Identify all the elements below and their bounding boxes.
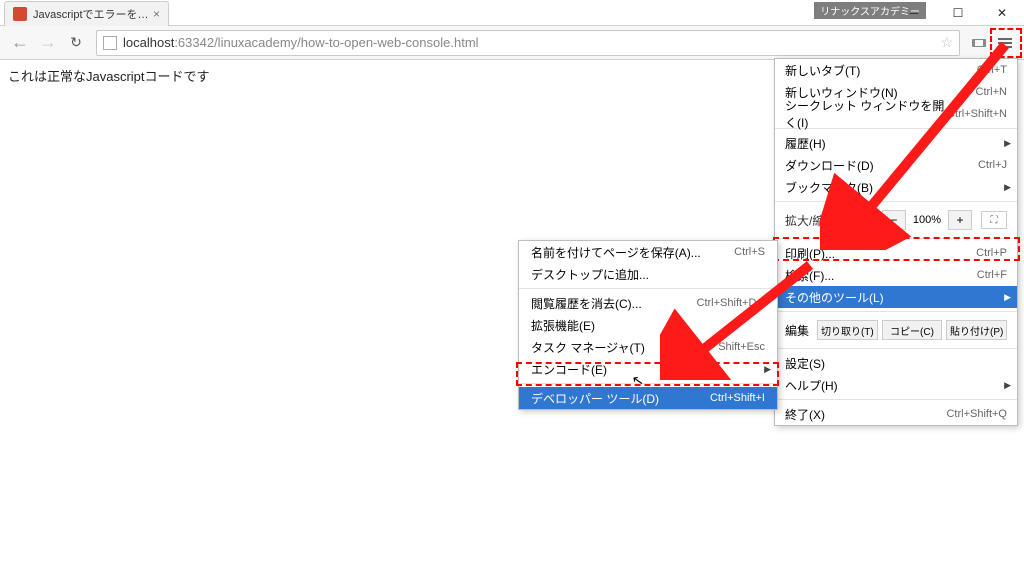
edit-copy-button[interactable]: コピー(C) — [882, 320, 943, 340]
close-button[interactable]: ✕ — [980, 0, 1024, 26]
menu-edit-row: 編集 切り取り(T) コピー(C) 貼り付け(P) — [775, 315, 1017, 345]
minimize-button[interactable]: ─ — [892, 0, 936, 26]
maximize-button[interactable]: ☐ — [936, 0, 980, 26]
chevron-right-icon: ▶ — [1004, 380, 1011, 391]
menu-history[interactable]: 履歴(H)▶ — [775, 132, 1017, 154]
tab-title: Javascriptでエラーを表示する — [33, 6, 153, 22]
menu-downloads[interactable]: ダウンロード(D)Ctrl+J — [775, 154, 1017, 176]
zoom-in-button[interactable]: + — [948, 210, 972, 230]
submenu-task-manager[interactable]: タスク マネージャ(T)Shift+Esc — [519, 336, 777, 358]
more-tools-submenu: 名前を付けてページを保存(A)...Ctrl+S デスクトップに追加... 閲覧… — [518, 240, 778, 410]
bookmark-star-icon[interactable]: ☆ — [940, 34, 953, 51]
submenu-save-as[interactable]: 名前を付けてページを保存(A)...Ctrl+S — [519, 241, 777, 263]
chevron-right-icon: ▶ — [1004, 182, 1011, 193]
main-menu-button[interactable] — [992, 30, 1018, 56]
page-icon — [103, 36, 117, 50]
submenu-encoding[interactable]: エンコード(E)▶ — [519, 358, 777, 380]
menu-more-tools[interactable]: その他のツール(L)▶ — [775, 286, 1017, 308]
menu-bookmarks[interactable]: ブックマーク(B)▶ — [775, 176, 1017, 198]
menu-settings[interactable]: 設定(S) — [775, 352, 1017, 374]
main-menu: 新しいタブ(T)Ctrl+T 新しいウィンドウ(N)Ctrl+N シークレット … — [774, 58, 1018, 426]
menu-zoom: 拡大/縮小 − 100% + ⛶ — [775, 205, 1017, 235]
zoom-out-button[interactable]: − — [882, 210, 906, 230]
menu-find[interactable]: 検索(F)...Ctrl+F — [775, 264, 1017, 286]
submenu-extensions[interactable]: 拡張機能(E) — [519, 314, 777, 336]
submenu-clear-browsing[interactable]: 閲覧履歴を消去(C)...Ctrl+Shift+Del — [519, 292, 777, 314]
submenu-add-desktop[interactable]: デスクトップに追加... — [519, 263, 777, 285]
menu-exit[interactable]: 終了(X)Ctrl+Shift+Q — [775, 403, 1017, 425]
forward-button[interactable]: → — [34, 29, 62, 57]
device-mode-icon[interactable] — [966, 30, 992, 56]
back-button[interactable]: ← — [6, 29, 34, 57]
url-host: localhost — [123, 35, 174, 50]
toolbar: ← → ↻ localhost :63342/linuxacademy/how-… — [0, 26, 1024, 60]
zoom-value: 100% — [913, 214, 941, 226]
address-bar[interactable]: localhost :63342/linuxacademy/how-to-ope… — [96, 30, 960, 56]
chevron-right-icon: ▶ — [1004, 138, 1011, 149]
edit-cut-button[interactable]: 切り取り(T) — [817, 320, 878, 340]
submenu-dev-tools[interactable]: デベロッパー ツール(D)Ctrl+Shift+I — [519, 387, 777, 409]
fullscreen-button[interactable]: ⛶ — [981, 211, 1007, 229]
chevron-right-icon: ▶ — [1004, 292, 1011, 303]
chevron-right-icon: ▶ — [764, 364, 771, 375]
edit-paste-button[interactable]: 貼り付け(P) — [946, 320, 1007, 340]
window-controls: ─ ☐ ✕ — [892, 0, 1024, 26]
menu-help[interactable]: ヘルプ(H)▶ — [775, 374, 1017, 396]
page-text: これは正常なJavascriptコードです — [8, 69, 210, 84]
reload-button[interactable]: ↻ — [62, 29, 90, 57]
menu-incognito[interactable]: シークレット ウィンドウを開く(I)Ctrl+Shift+N — [775, 103, 1017, 125]
menu-print[interactable]: 印刷(P)...Ctrl+P — [775, 242, 1017, 264]
browser-tab[interactable]: Javascriptでエラーを表示する × — [4, 1, 169, 26]
tab-favicon — [13, 7, 27, 21]
menu-new-tab[interactable]: 新しいタブ(T)Ctrl+T — [775, 59, 1017, 81]
tab-close-icon[interactable]: × — [153, 7, 160, 21]
url-path: :63342/linuxacademy/how-to-open-web-cons… — [174, 35, 478, 50]
title-bar: Javascriptでエラーを表示する × リナックスアカデミー ─ ☐ ✕ — [0, 0, 1024, 26]
